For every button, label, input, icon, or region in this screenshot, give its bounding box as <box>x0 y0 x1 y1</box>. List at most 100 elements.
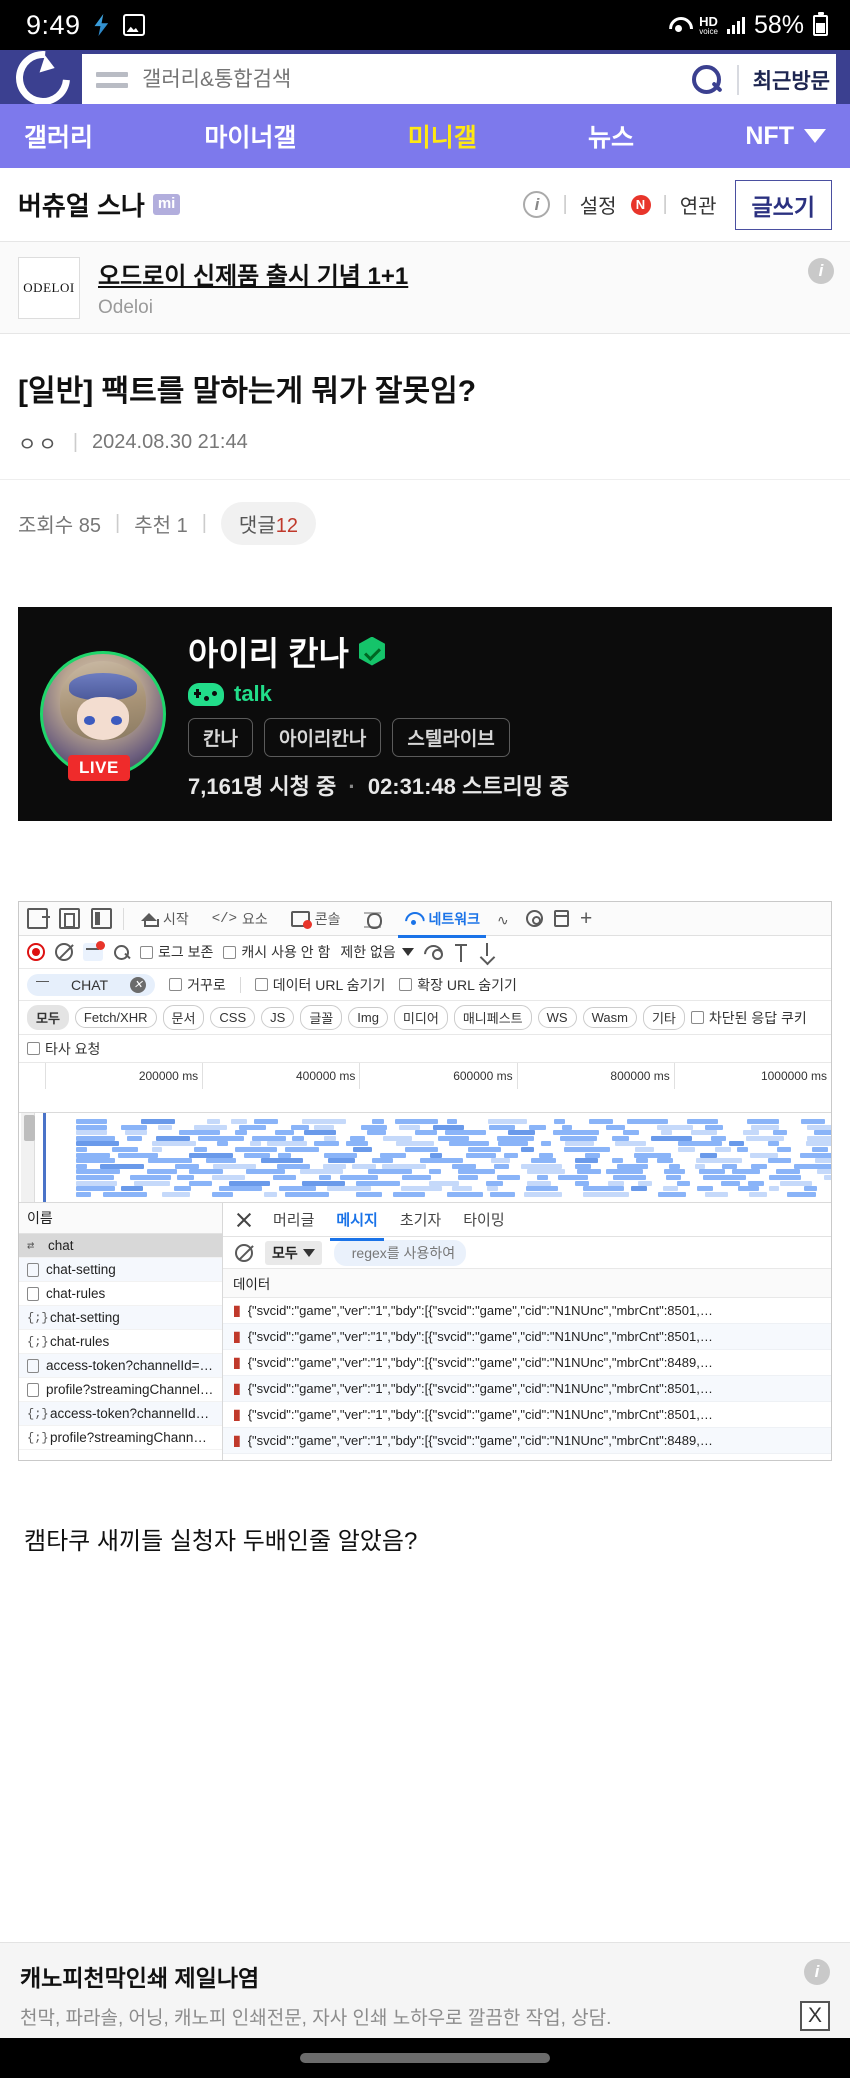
tab-debugger[interactable] <box>358 907 387 931</box>
search-box[interactable]: 최근방문 <box>82 54 836 104</box>
live-stream-card[interactable]: LIVE 아이리 칸나 talk 칸나 아이리칸나 스텔라이브 7,161명 시… <box>18 607 832 821</box>
preserve-log-checkbox[interactable]: 로그 보존 <box>140 942 213 962</box>
overview-scrollbar[interactable] <box>21 1113 35 1202</box>
close-icon[interactable] <box>235 1211 253 1229</box>
type-pill-fetch-xhr[interactable]: Fetch/XHR <box>74 1007 157 1028</box>
type-pill-doc[interactable]: 문서 <box>162 1005 205 1030</box>
message-row[interactable]: ▮ {"svcid":"game","ver":"1","bdy":[{"svci… <box>223 1402 831 1428</box>
request-row[interactable]: access-token?channelId=N1N... <box>19 1354 222 1378</box>
upload-arrow-icon[interactable] <box>453 943 469 962</box>
type-pill-font[interactable]: 글꼴 <box>300 1005 343 1030</box>
nav-item-mini-gallery[interactable]: 미니갤 <box>408 118 477 154</box>
search-icon[interactable] <box>689 63 723 97</box>
request-row[interactable]: ⇄ chat <box>19 1234 222 1258</box>
network-waterfall-overview[interactable] <box>19 1113 831 1203</box>
tab-console[interactable]: 콘솔 <box>285 905 347 933</box>
related-button[interactable]: 연관 <box>680 190 717 219</box>
stream-tag[interactable]: 스텔라이브 <box>392 718 510 757</box>
third-party-checkbox[interactable]: 타사 요청 <box>27 1039 100 1059</box>
record-icon[interactable] <box>27 943 45 961</box>
regex-filter-input[interactable]: regex를 사용하여 <box>333 1239 467 1266</box>
tab-timing[interactable]: 타이밍 <box>461 1204 506 1235</box>
dcinside-logo[interactable] <box>14 55 72 99</box>
request-row[interactable]: {;}access-token?channelId=N1N... <box>19 1402 222 1426</box>
chevron-down-icon[interactable] <box>803 129 826 143</box>
scrollbar-handle[interactable] <box>24 1115 35 1141</box>
comment-count-pill[interactable]: 댓글12 <box>220 502 316 545</box>
type-pill-manifest[interactable]: 매니페스트 <box>453 1005 532 1030</box>
panel-icon[interactable] <box>554 910 570 927</box>
write-post-button[interactable]: 글쓰기 <box>734 179 832 230</box>
search-input[interactable] <box>142 68 675 92</box>
dock-side-icon[interactable] <box>91 908 112 929</box>
message-row[interactable]: ▮ {"svcid":"game","ver":"1","bdy":[{"svci… <box>223 1454 831 1460</box>
nav-item-minor-gallery[interactable]: 마이너갤 <box>204 118 296 154</box>
message-row[interactable]: ▮ {"svcid":"game","ver":"1","bdy":[{"svci… <box>223 1298 831 1324</box>
message-row[interactable]: ▮ {"svcid":"game","ver":"1","bdy":[{"svci… <box>223 1376 831 1402</box>
request-row[interactable]: {;} chat-setting <box>19 1306 222 1330</box>
type-pill-all[interactable]: 모두 <box>27 1005 69 1030</box>
type-pill-media[interactable]: 미디어 <box>393 1005 448 1030</box>
request-row[interactable]: chat-setting <box>19 1258 222 1282</box>
home-indicator[interactable] <box>300 2053 550 2063</box>
request-row[interactable]: chat-rules <box>19 1282 222 1306</box>
type-pill-img[interactable]: Img <box>348 1007 388 1028</box>
top-ad-banner[interactable]: ODELOI 오드로이 신제품 출시 기념 1+1 Odeloi i <box>0 242 850 334</box>
type-pill-ws[interactable]: WS <box>537 1007 577 1028</box>
close-ad-button[interactable]: X <box>800 2001 830 2031</box>
type-pill-wasm[interactable]: Wasm <box>582 1007 637 1028</box>
invert-checkbox[interactable]: 거꾸로 <box>169 975 226 995</box>
message-type-select[interactable]: 모두 <box>265 1240 322 1265</box>
clear-icon[interactable] <box>55 943 73 961</box>
gallery-title[interactable]: 버츄얼 스나 mi <box>18 186 181 223</box>
filter-input[interactable]: CHAT ✕ <box>27 973 156 996</box>
stream-tag[interactable]: 아이리칸나 <box>263 718 382 757</box>
type-pill-css[interactable]: CSS <box>210 1007 256 1028</box>
clear-icon[interactable] <box>235 1243 253 1262</box>
blocked-cookies-checkbox[interactable]: 차단된 응답 쿠키 <box>690 1008 807 1028</box>
nav-item-nft[interactable]: NFT <box>745 122 794 151</box>
disable-cache-checkbox[interactable]: 캐시 사용 안 함 <box>223 942 330 962</box>
message-list[interactable]: ▮ {"svcid":"game","ver":"1","bdy":[{"svci… <box>223 1298 831 1460</box>
message-row[interactable]: ▮ {"svcid":"game","ver":"1","bdy":[{"svci… <box>223 1350 831 1376</box>
bottom-ad-title[interactable]: 캐노피천막인쇄 제일나염 <box>20 1959 800 1993</box>
clear-filter-icon[interactable]: ✕ <box>130 976 147 993</box>
tab-welcome[interactable]: 시작 <box>135 905 195 933</box>
filter-icon[interactable] <box>83 941 105 961</box>
ad-title[interactable]: 오드로이 신제품 출시 기념 1+1 <box>98 256 832 291</box>
nav-item-nft-group[interactable]: NFT <box>745 122 826 151</box>
stream-tag[interactable]: 칸나 <box>188 718 253 757</box>
tab-elements[interactable]: </> 요소 <box>206 905 274 933</box>
menu-icon[interactable] <box>96 72 128 88</box>
network-conditions-icon[interactable] <box>424 944 443 960</box>
tab-initiator[interactable]: 초기자 <box>398 1204 443 1235</box>
tab-messages[interactable]: 메시지 <box>330 1204 385 1241</box>
request-row[interactable]: profile?streamingChannelId=f... <box>19 1378 222 1402</box>
settings-button[interactable]: 설정 <box>580 190 617 219</box>
search-icon[interactable] <box>113 944 130 961</box>
message-row[interactable]: ▮ {"svcid":"game","ver":"1","bdy":[{"svci… <box>223 1428 831 1454</box>
hide-extension-urls-checkbox[interactable]: 확장 URL 숨기기 <box>399 975 517 995</box>
message-row[interactable]: ▮ {"svcid":"game","ver":"1","bdy":[{"svci… <box>223 1324 831 1350</box>
device-toolbar-icon[interactable] <box>59 908 80 929</box>
gear-icon[interactable] <box>526 910 544 927</box>
dock-undock-icon[interactable] <box>27 908 50 929</box>
info-icon[interactable]: i <box>523 191 551 218</box>
ad-info-icon[interactable]: i <box>804 1959 830 1985</box>
nav-item-gallery[interactable]: 갤러리 <box>24 118 93 154</box>
nav-item-news[interactable]: 뉴스 <box>588 118 634 154</box>
request-row[interactable]: {;}profile?streamingChannelId=f... <box>19 1426 222 1450</box>
request-row[interactable]: {;} chat-rules <box>19 1330 222 1354</box>
tab-network[interactable]: 네트워크 <box>397 905 487 938</box>
hide-data-urls-checkbox[interactable]: 데이터 URL 숨기기 <box>254 975 385 995</box>
performance-icon[interactable]: ∿ <box>497 912 515 928</box>
throttling-select[interactable]: 제한 없음 <box>340 942 414 962</box>
ad-info-icon[interactable]: i <box>808 258 834 284</box>
download-arrow-icon[interactable] <box>479 942 495 962</box>
tab-headers[interactable]: 머리글 <box>271 1204 316 1235</box>
recent-visit-button[interactable]: 최근방문 <box>736 65 830 95</box>
bottom-ad-banner[interactable]: 캐노피천막인쇄 제일나염 천막, 파라솔, 어닝, 캐노피 인쇄전문, 자사 인… <box>0 1942 850 2038</box>
type-pill-other[interactable]: 기타 <box>642 1005 685 1030</box>
type-pill-js[interactable]: JS <box>261 1007 295 1028</box>
plus-icon[interactable]: + <box>580 908 592 929</box>
